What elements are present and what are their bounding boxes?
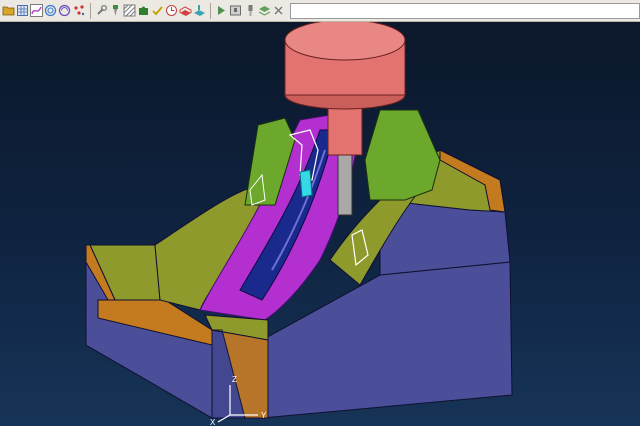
points-icon[interactable] <box>73 3 86 18</box>
main-toolbar <box>0 0 640 22</box>
axis-z-label: Z <box>232 375 237 384</box>
spiral-icon[interactable] <box>58 3 71 18</box>
puzzle-icon[interactable] <box>137 3 150 18</box>
axis-y-label: Y <box>261 411 267 420</box>
command-field[interactable] <box>289 2 640 19</box>
clock-icon[interactable] <box>165 3 178 18</box>
toolbar-separator <box>210 2 212 19</box>
cutter-shank <box>337 149 353 216</box>
grid-icon[interactable] <box>16 3 29 18</box>
3d-viewport[interactable]: Z Y X <box>0 22 640 426</box>
tool-highlight <box>299 169 313 198</box>
folder-icon[interactable] <box>2 3 15 18</box>
spindle-top <box>284 22 406 61</box>
mold-scene: Z Y X <box>85 22 513 426</box>
guide-right <box>364 109 441 201</box>
stock-icon[interactable] <box>179 3 192 18</box>
wrench-icon[interactable] <box>95 3 108 18</box>
spiral-icon[interactable] <box>44 3 57 18</box>
close-icon[interactable] <box>272 3 285 18</box>
machine-icon[interactable] <box>229 3 242 18</box>
toolbar-separator <box>89 2 91 19</box>
toolpath-icon[interactable] <box>30 3 44 18</box>
layers-icon[interactable] <box>258 3 271 18</box>
stock-icon[interactable] <box>193 3 206 18</box>
axis-x-label: X <box>210 418 216 426</box>
hatch-icon[interactable] <box>123 3 136 18</box>
sim-icon[interactable] <box>215 3 228 18</box>
tool-icon[interactable] <box>244 3 257 18</box>
verify-icon[interactable] <box>151 3 164 18</box>
drill-icon[interactable] <box>109 3 122 18</box>
